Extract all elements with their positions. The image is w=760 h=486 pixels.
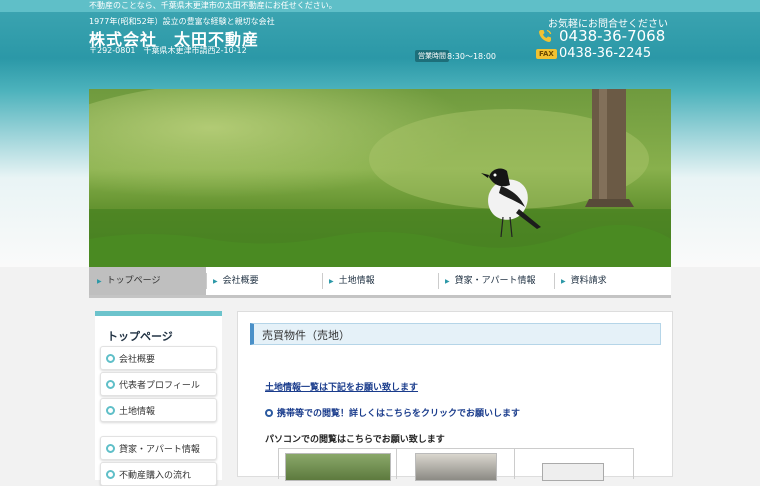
- company-address: 〒292-0801 千葉県木更津市請西2-10-12: [89, 46, 247, 55]
- nav-divider: [438, 273, 439, 289]
- sidebar-item-company[interactable]: 会社概要: [100, 346, 217, 370]
- sidebar-item-profile[interactable]: 代表者プロフィール: [100, 372, 217, 396]
- sidebar-item-label: 貸家・アパート情報: [119, 445, 200, 455]
- property-thumbnail[interactable]: [542, 463, 604, 481]
- phone-icon: [539, 29, 552, 42]
- property-thumbnail[interactable]: [415, 453, 497, 481]
- sidebar-item-label: 代表者プロフィール: [119, 381, 200, 391]
- nav-item-top[interactable]: ▶ トップページ: [89, 267, 206, 295]
- sidebar-item-purchase-flow[interactable]: 不動産購入の流れ: [100, 462, 217, 486]
- nav-item-label: 資料請求: [570, 276, 607, 286]
- main-nav: ▶ トップページ ▶ 会社概要 ▶ 土地情報 ▶ 貸家・アパート情報 ▶ 資料請求: [89, 267, 671, 298]
- nav-item-land[interactable]: ▶ 土地情報: [329, 267, 439, 295]
- arrow-right-icon: ▶: [213, 278, 218, 285]
- fax-number: 0438-36-2245: [559, 46, 652, 61]
- pc-view-text: パソコンでの閲覧はこちらでお願い致します: [265, 435, 445, 445]
- page-heading-text: 売買物件（売地）: [262, 329, 350, 342]
- arrow-right-icon: ▶: [445, 278, 450, 285]
- circle-bullet-icon: [106, 380, 115, 389]
- circle-bullet-icon: [106, 354, 115, 363]
- top-strip-text: 不動産のことなら、千葉県木更津市の太田不動産にお任せください。: [89, 1, 337, 10]
- business-hours: 8:30〜18:00: [447, 52, 497, 61]
- sidebar-item-land[interactable]: 土地情報: [100, 398, 217, 422]
- sidebar-item-label: 会社概要: [119, 355, 156, 365]
- hours-badge: 営業時間: [415, 50, 449, 62]
- nav-divider: [554, 273, 555, 289]
- nav-divider: [206, 273, 207, 289]
- property-thumbnail[interactable]: [285, 453, 391, 481]
- phone-number[interactable]: 0438-36-7068: [559, 27, 665, 45]
- sidebar: トップページ 会社概要 代表者プロフィール 土地情報 貸家・アパート情報 不動産…: [95, 311, 222, 486]
- nav-item-label: 会社概要: [222, 276, 259, 286]
- nav-item-label: 貸家・アパート情報: [454, 276, 536, 286]
- sidebar-title[interactable]: トップページ: [107, 328, 173, 344]
- top-strip: 不動産のことなら、千葉県木更津市の太田不動産にお任せください。: [0, 0, 760, 12]
- circle-bullet-icon: [106, 444, 115, 453]
- arrow-right-icon: ▶: [561, 278, 566, 285]
- nav-item-company[interactable]: ▶ 会社概要: [213, 267, 323, 295]
- circle-bullet-icon: [106, 406, 115, 415]
- nav-item-rental[interactable]: ▶ 貸家・アパート情報: [445, 267, 555, 295]
- arrow-right-icon: ▶: [97, 278, 102, 285]
- land-list-link[interactable]: 土地情報一覧は下記をお願い致します: [265, 380, 418, 393]
- hero-image-bird: [89, 89, 671, 267]
- main-content: 売買物件（売地） 土地情報一覧は下記をお願い致します 携帯等での閲覧！詳しくはこ…: [237, 311, 673, 481]
- page-heading: 売買物件（売地）: [250, 323, 661, 345]
- mobile-view-link[interactable]: 携帯等での閲覧！詳しくはこちらをクリックでお願いします: [277, 406, 520, 419]
- nav-item-label: トップページ: [106, 276, 161, 286]
- nav-divider: [322, 273, 323, 289]
- sidebar-item-rental[interactable]: 貸家・アパート情報: [100, 436, 217, 460]
- circle-bullet-icon: [265, 409, 273, 417]
- fax-badge: FAX: [536, 49, 557, 59]
- nav-item-request[interactable]: ▶ 資料請求: [561, 267, 669, 295]
- nav-item-label: 土地情報: [338, 276, 375, 286]
- property-thumbnail-grid: [278, 448, 634, 481]
- sidebar-item-label: 土地情報: [119, 407, 156, 417]
- arrow-right-icon: ▶: [329, 278, 334, 285]
